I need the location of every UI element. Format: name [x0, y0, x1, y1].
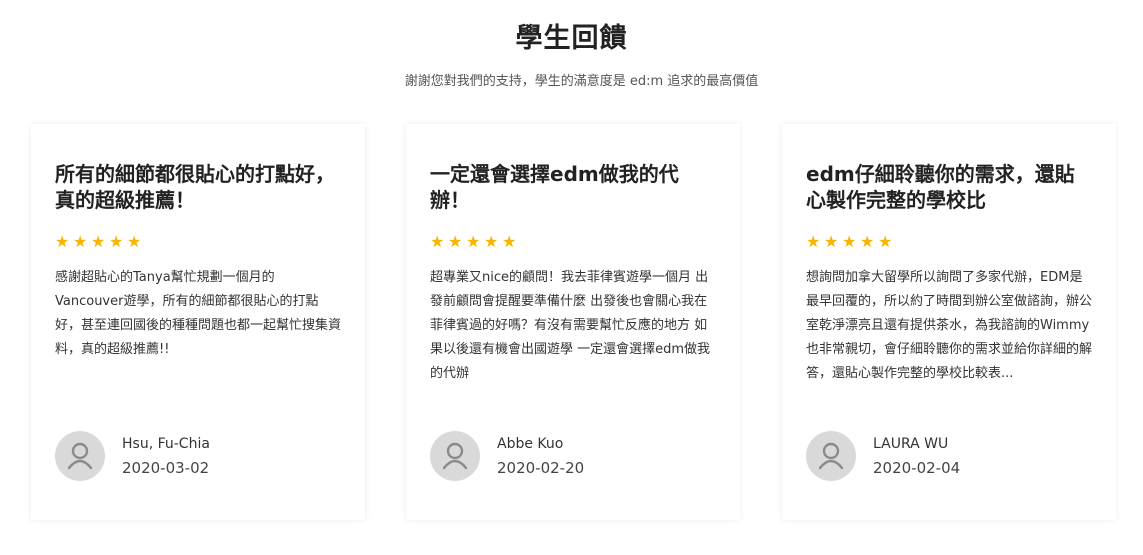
testimonial-title: edm仔細聆聽你的需求，還貼心製作完整的學校比 — [806, 162, 1075, 212]
testimonials-section: 學生回饋 謝謝您對我們的支持，學生的滿意度是 ed:m 追求的最高價值 所有的細… — [0, 0, 1143, 555]
star-icon: ★ — [127, 232, 142, 251]
star-icon: ★ — [806, 232, 821, 251]
user-avatar-icon — [430, 431, 480, 481]
testimonial-body: 超專業又nice的顧問！我去菲律賓遊學一個月 出發前顧問會提醒要準備什麼 出發後… — [430, 270, 711, 381]
user-avatar-icon — [806, 431, 856, 481]
star-icon: ★ — [824, 232, 839, 251]
star-rating: ★ ★ ★ ★ ★ — [806, 234, 1092, 252]
reviewer-name: LAURA WU — [873, 436, 949, 452]
testimonial-card-3: edm仔細聆聽你的需求，還貼心製作完整的學校比 ★ ★ ★ ★ ★ 想詢問加拿大… — [782, 124, 1116, 520]
testimonial-card-2: 一定還會選擇edm做我的代辦！ ★ ★ ★ ★ ★ 超專業又nice的顧問！我去… — [406, 124, 740, 520]
section-subtitle: 謝謝您對我們的支持，學生的滿意度是 ed:m 追求的最高價值 — [404, 74, 759, 89]
reviewer: LAURA WU 2020-02-04 — [806, 431, 960, 481]
star-icon: ★ — [466, 232, 481, 251]
star-icon: ★ — [55, 232, 70, 251]
testimonial-title: 所有的細節都很貼心的打點好，真的超級推薦！ — [55, 162, 335, 212]
star-icon: ★ — [842, 232, 857, 251]
testimonial-body: 想詢問加拿大留學所以詢問了多家代辦，EDM是最早回覆的，所以約了時間到辦公室做諮… — [806, 270, 1092, 381]
review-date: 2020-02-20 — [497, 459, 585, 477]
reviewer-info: LAURA WU 2020-02-04 — [873, 434, 960, 478]
star-icon: ★ — [430, 232, 445, 251]
section-title: 學生回饋 — [515, 23, 628, 54]
star-rating: ★ ★ ★ ★ ★ — [430, 234, 716, 252]
star-rating: ★ ★ ★ ★ ★ — [55, 234, 341, 252]
review-date: 2020-03-02 — [122, 459, 210, 477]
reviewer: Abbe Kuo 2020-02-20 — [430, 431, 584, 481]
star-icon: ★ — [448, 232, 463, 251]
testimonial-title: 一定還會選擇edm做我的代辦！ — [430, 162, 679, 212]
star-icon: ★ — [109, 232, 124, 251]
review-date: 2020-02-04 — [873, 459, 961, 477]
testimonial-body: 感謝超貼心的Tanya幫忙規劃一個月的Vancouver遊學，所有的細節都很貼心… — [55, 270, 341, 357]
reviewer: Hsu, Fu-Chia 2020-03-02 — [55, 431, 210, 481]
reviewer-name: Hsu, Fu-Chia — [122, 436, 210, 452]
reviewer-name: Abbe Kuo — [497, 436, 564, 452]
star-icon: ★ — [73, 232, 88, 251]
user-avatar-icon — [55, 431, 105, 481]
star-icon: ★ — [91, 232, 106, 251]
star-icon: ★ — [502, 232, 517, 251]
star-icon: ★ — [878, 232, 893, 251]
reviewer-info: Abbe Kuo 2020-02-20 — [497, 434, 584, 478]
star-icon: ★ — [484, 232, 499, 251]
testimonial-card-1: 所有的細節都很貼心的打點好，真的超級推薦！ ★ ★ ★ ★ ★ 感謝超貼心的Ta… — [31, 124, 365, 520]
star-icon: ★ — [860, 232, 875, 251]
reviewer-info: Hsu, Fu-Chia 2020-03-02 — [122, 434, 210, 478]
